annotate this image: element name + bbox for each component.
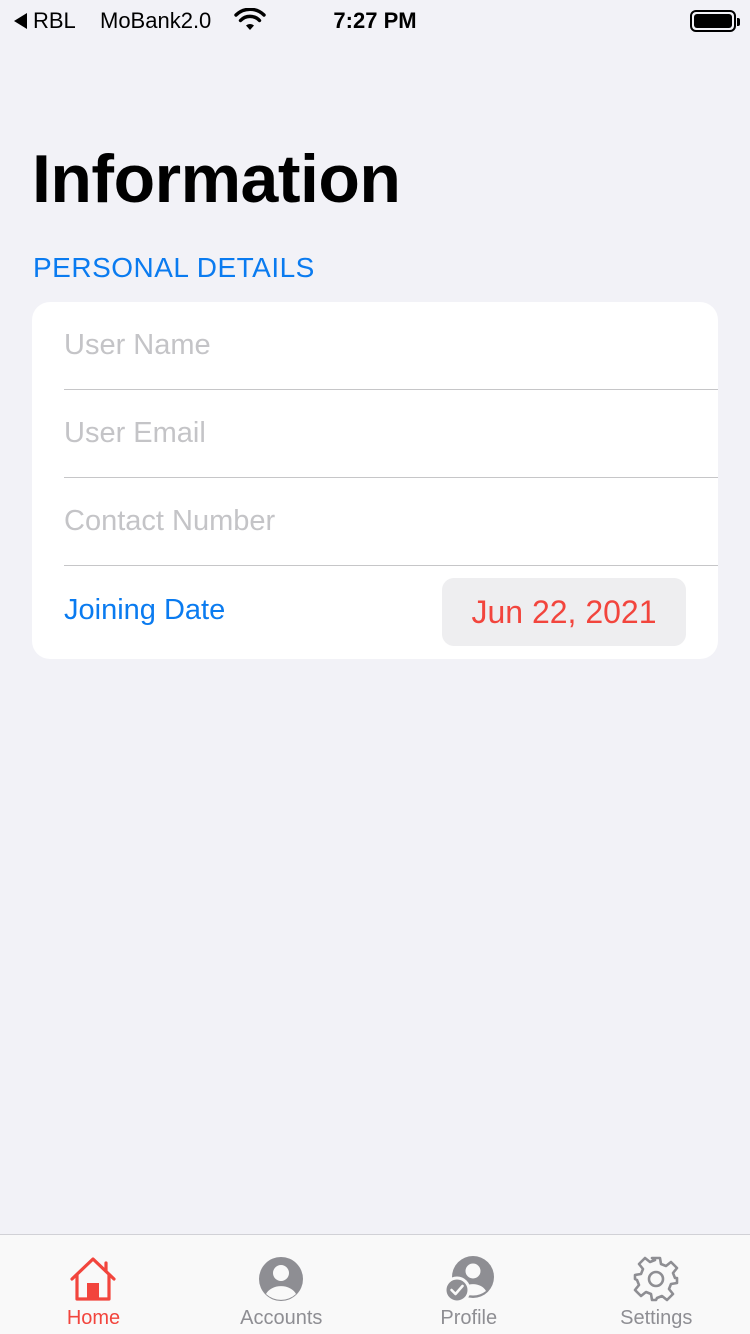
tab-home[interactable]: Home bbox=[0, 1235, 188, 1334]
user-name-row bbox=[64, 302, 718, 390]
section-header: PERSONAL DETAILS bbox=[33, 252, 315, 283]
battery-icon bbox=[690, 10, 740, 32]
person-check-icon bbox=[443, 1256, 494, 1303]
tab-settings-label: Settings bbox=[620, 1307, 693, 1329]
home-icon bbox=[70, 1257, 116, 1301]
tab-settings[interactable]: Settings bbox=[563, 1235, 750, 1334]
tab-accounts[interactable]: Accounts bbox=[188, 1235, 376, 1334]
personal-details-card: Joining Date Jun 22, 2021 bbox=[32, 302, 718, 659]
tab-profile[interactable]: Profile bbox=[375, 1235, 563, 1334]
joining-date-label: Joining Date bbox=[64, 594, 226, 626]
contact-number-input[interactable] bbox=[64, 478, 718, 565]
user-name-input[interactable] bbox=[64, 302, 718, 389]
clock: 7:27 PM bbox=[333, 8, 417, 33]
tab-accounts-label: Accounts bbox=[240, 1307, 323, 1329]
joining-date-row: Joining Date Jun 22, 2021 bbox=[64, 566, 718, 659]
gear-icon bbox=[633, 1256, 679, 1302]
user-email-input[interactable] bbox=[64, 390, 718, 477]
page-title: Information bbox=[32, 141, 401, 217]
tab-bar: Home Accounts Profile Settings bbox=[0, 1234, 750, 1334]
status-bar: RBL MoBank2.0 7:27 PM bbox=[0, 0, 750, 40]
joining-date-picker[interactable]: Jun 22, 2021 bbox=[442, 578, 686, 646]
screen: RBL MoBank2.0 7:27 PM Information PERSON… bbox=[0, 0, 750, 1334]
tab-profile-label: Profile bbox=[440, 1307, 498, 1329]
user-email-row bbox=[64, 390, 718, 478]
tab-home-label: Home bbox=[66, 1307, 121, 1329]
person-circle-icon bbox=[259, 1257, 304, 1301]
contact-number-row bbox=[64, 478, 718, 566]
